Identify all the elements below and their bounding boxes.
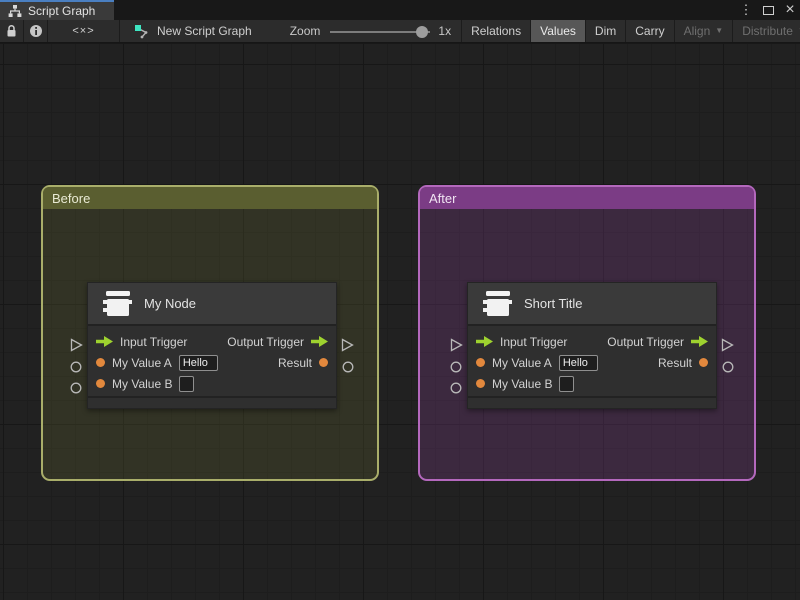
toolbar-toggle-buttons: Relations Values Dim Carry Align ▼ Distr… xyxy=(461,20,800,42)
node-footer xyxy=(88,396,336,408)
graph-toolbar: <×> New Script Graph Zoom 1x Relations V… xyxy=(0,20,800,43)
zoom-label: Zoom xyxy=(289,24,321,38)
node-body: Input Trigger Output Trigger My Value A … xyxy=(468,326,716,396)
my-value-a-input[interactable] xyxy=(558,354,598,371)
align-dropdown[interactable]: Align ▼ xyxy=(675,20,734,42)
node-short-title[interactable]: Short Title Input Trigger Output Trigger xyxy=(450,282,734,409)
hierarchy-graph-icon xyxy=(8,4,22,17)
kebab-menu-icon: ⋮ xyxy=(739,2,753,17)
input-trigger-port[interactable]: Input Trigger xyxy=(476,335,567,349)
maximize-button[interactable] xyxy=(760,2,776,18)
graph-breadcrumb[interactable]: New Script Graph xyxy=(120,20,262,42)
tab-script-graph[interactable]: Script Graph xyxy=(0,0,114,20)
zoom-slider-handle[interactable] xyxy=(416,25,429,38)
my-value-b-input[interactable] xyxy=(179,375,195,392)
lock-button[interactable] xyxy=(0,20,24,42)
zoom-slider[interactable] xyxy=(330,20,431,42)
port-row: My Value A Result xyxy=(468,352,716,373)
unit-node-icon xyxy=(481,290,513,317)
tab-title: Script Graph xyxy=(28,4,96,18)
node-my-node[interactable]: My Node Input Trigger Output Trigger My … xyxy=(70,282,354,409)
port-row: My Value B xyxy=(468,373,716,394)
node-footer xyxy=(468,396,716,408)
external-value-output[interactable] xyxy=(342,361,354,373)
flow-arrow-icon xyxy=(476,336,493,347)
flow-arrow-icon xyxy=(311,336,328,347)
close-icon: × xyxy=(785,1,795,18)
my-value-b-port[interactable]: My Value B xyxy=(476,375,575,392)
lock-icon xyxy=(7,24,16,37)
my-value-a-port[interactable]: My Value A xyxy=(476,354,598,371)
node-title: Short Title xyxy=(524,296,583,311)
value-port-icon xyxy=(319,358,328,367)
window-menu-button[interactable]: ⋮ xyxy=(738,2,754,18)
external-flow-output[interactable] xyxy=(341,338,354,352)
node-body: Input Trigger Output Trigger My Value A … xyxy=(88,326,336,396)
zoom-value: 1x xyxy=(438,24,452,38)
group-before-header[interactable]: Before xyxy=(43,187,377,209)
zoom-slider-track xyxy=(330,30,431,33)
external-value-input[interactable] xyxy=(450,382,462,394)
external-value-output[interactable] xyxy=(722,361,734,373)
external-flow-input[interactable] xyxy=(70,338,83,352)
my-value-b-port[interactable]: My Value B xyxy=(96,375,195,392)
external-flow-output[interactable] xyxy=(721,338,734,352)
node-header[interactable]: Short Title xyxy=(468,283,716,326)
info-button[interactable] xyxy=(24,20,48,42)
flow-arrow-icon xyxy=(96,336,113,347)
close-button[interactable]: × xyxy=(782,2,798,18)
result-port[interactable]: Result xyxy=(278,356,328,370)
distribute-dropdown[interactable]: Distribute ▼ xyxy=(733,20,800,42)
group-title: Before xyxy=(52,190,91,206)
value-port-icon xyxy=(476,379,485,388)
port-row: Input Trigger Output Trigger xyxy=(468,331,716,352)
value-port-icon xyxy=(96,379,105,388)
port-row: My Value A Result xyxy=(88,352,336,373)
value-port-icon xyxy=(96,358,105,367)
my-value-b-input[interactable] xyxy=(559,375,575,392)
port-row: My Value B xyxy=(88,373,336,394)
group-after-header[interactable]: After xyxy=(420,187,754,209)
node-title: My Node xyxy=(144,296,197,311)
port-row: Input Trigger Output Trigger xyxy=(88,331,336,352)
unit-node-icon xyxy=(101,290,133,317)
flow-arrow-icon xyxy=(691,336,708,347)
output-trigger-port[interactable]: Output Trigger xyxy=(607,335,708,349)
my-value-a-port[interactable]: My Value A xyxy=(96,354,218,371)
output-trigger-port[interactable]: Output Trigger xyxy=(227,335,328,349)
my-value-a-input[interactable] xyxy=(178,354,218,371)
relations-button[interactable]: Relations xyxy=(462,20,532,42)
values-button[interactable]: Values xyxy=(531,20,586,42)
value-port-icon xyxy=(476,358,485,367)
carry-button[interactable]: Carry xyxy=(626,20,675,42)
graph-canvas[interactable]: Before My Node Input Trigger Output Trig… xyxy=(0,44,800,600)
external-value-input[interactable] xyxy=(70,361,82,373)
zoom-control: Zoom 1x xyxy=(290,20,461,42)
input-trigger-port[interactable]: Input Trigger xyxy=(96,335,187,349)
external-value-input[interactable] xyxy=(450,361,462,373)
group-after[interactable]: After Short Title Input Trigger Output T… xyxy=(418,185,756,481)
code-icon: <×> xyxy=(72,25,95,37)
code-preview-button[interactable]: <×> xyxy=(48,20,120,42)
graph-node-icon xyxy=(135,24,148,38)
dim-button[interactable]: Dim xyxy=(586,20,627,42)
title-bar: Script Graph ⋮ × xyxy=(0,0,800,20)
group-title: After xyxy=(429,190,457,206)
info-icon xyxy=(29,25,42,37)
chevron-down-icon: ▼ xyxy=(715,26,724,35)
result-port[interactable]: Result xyxy=(658,356,708,370)
value-port-icon xyxy=(699,358,708,367)
group-before[interactable]: Before My Node Input Trigger Output Trig… xyxy=(41,185,379,481)
graph-name-label: New Script Graph xyxy=(157,24,252,38)
maximize-icon xyxy=(762,5,774,15)
external-value-input[interactable] xyxy=(70,382,82,394)
external-flow-input[interactable] xyxy=(450,338,463,352)
node-header[interactable]: My Node xyxy=(88,283,336,326)
